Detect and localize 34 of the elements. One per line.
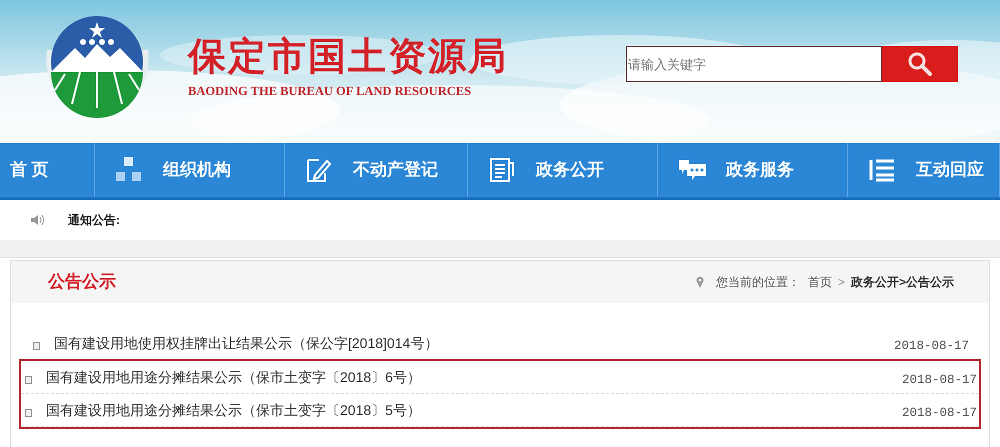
breadcrumb-label: 您当前的位置： <box>716 274 800 291</box>
breadcrumb-separator: > <box>838 274 845 291</box>
search-button[interactable] <box>882 46 958 82</box>
item-title: 国有建设用地使用权挂牌出让结果公示（保公字[2018]014号） <box>54 334 438 353</box>
nav-item[interactable]: 组织机构 <box>95 143 285 197</box>
item-date: 2018-08-17 <box>902 372 977 389</box>
nav-item[interactable]: 不动产登记 <box>285 143 468 197</box>
document-icon <box>488 156 516 184</box>
site-subtitle: BAODING THE BUREAU OF LAND RESOURCES <box>188 83 472 100</box>
item-date: 2018-08-17 <box>894 338 969 355</box>
search-field[interactable]: 请输入关键字 <box>626 46 882 82</box>
location-pin-icon <box>696 276 704 288</box>
document-icon <box>25 409 32 417</box>
notice-label: 通知公告: <box>68 212 120 229</box>
list-item[interactable]: 国有建设用地使用权挂牌出让结果公示（保公字[2018]014号） 2018-08-17 <box>19 327 981 360</box>
document-icon <box>33 342 40 350</box>
list-item[interactable]: 国有建设用地用途分摊结果公示（保市土变字〔2018〕5号） 2018-08-17 <box>21 394 979 427</box>
item-title: 国有建设用地用途分摊结果公示（保市土变字〔2018〕6号） <box>46 368 421 386</box>
nav-item[interactable]: 互动回应 <box>848 143 1000 197</box>
site-title: 保定市国土资源局 <box>188 36 508 78</box>
org-chart-icon <box>115 156 143 184</box>
item-title: 国有建设用地用途分摊结果公示（保市土变字〔2018〕5号） <box>46 400 421 420</box>
list-item[interactable]: 国有建设用地用途分摊结果公示（保市土变字〔2018〕6号） 2018-08-17 <box>21 361 979 394</box>
nav-item[interactable]: 政务服务 <box>658 143 848 197</box>
item-date: 2018-08-17 <box>902 404 977 422</box>
breadcrumb-link[interactable]: 首页 <box>808 273 832 291</box>
document-icon <box>25 376 32 384</box>
nav-item[interactable]: 政务公开 <box>468 143 658 197</box>
search-icon <box>907 51 933 77</box>
breadcrumb-link[interactable]: 政务公开>公告公示 <box>850 273 954 291</box>
speaker-icon <box>30 214 46 226</box>
pencil-note-icon <box>305 156 333 184</box>
panel-title: 公告公示 <box>48 271 116 294</box>
nav-item[interactable]: 首 页 <box>0 143 95 197</box>
